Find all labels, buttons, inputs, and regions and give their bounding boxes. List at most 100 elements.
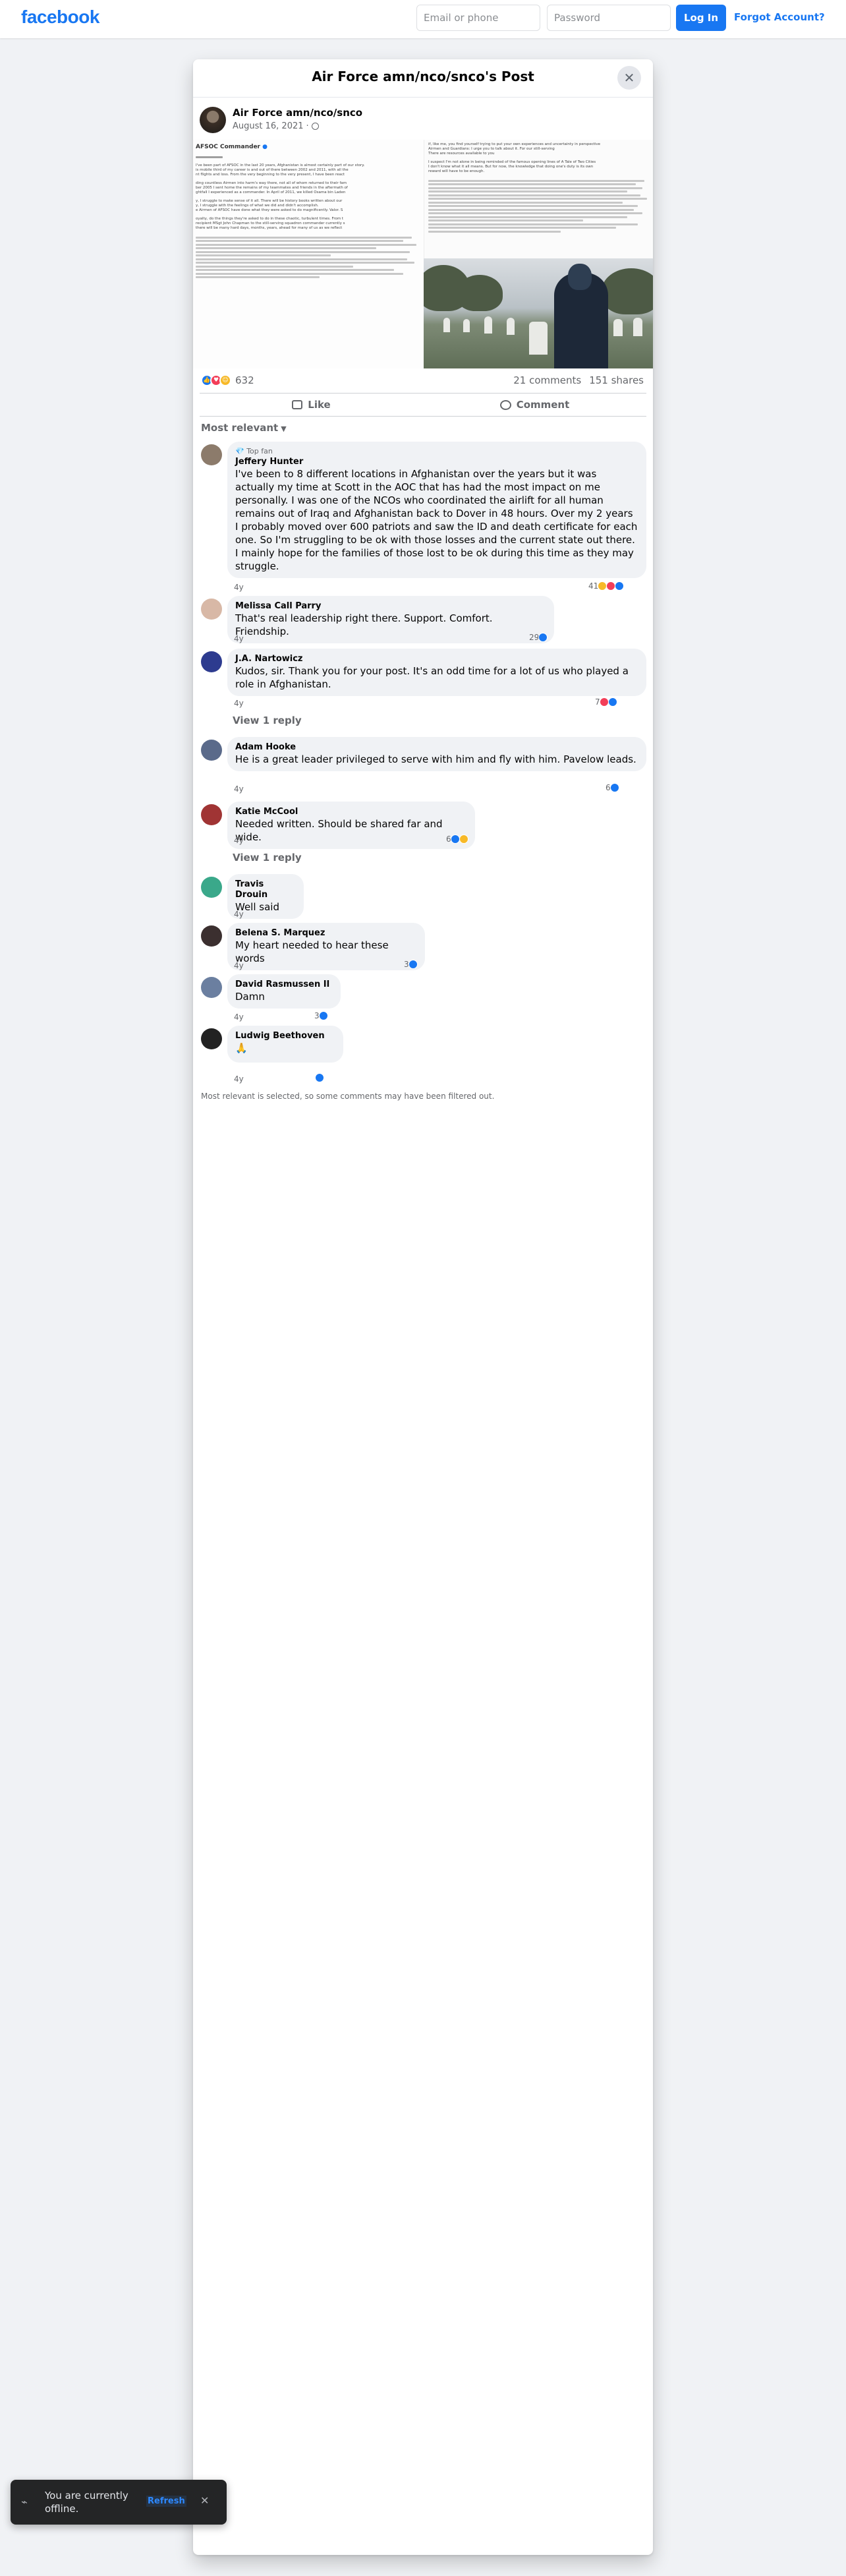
commenter-avatar[interactable]: [201, 651, 222, 672]
love-icon: [606, 581, 616, 591]
comment-reactions[interactable]: 3: [314, 1011, 328, 1020]
letter-line: I suspect I'm not alone in being reminde…: [428, 160, 596, 164]
author-name[interactable]: Air Force amn/nco/snco: [233, 107, 362, 119]
close-icon[interactable]: ✕: [200, 2494, 209, 2507]
reaction-summary[interactable]: 👍 ♥ ☺ 632: [201, 374, 254, 386]
letter-line: y, I struggle to make sense of it all. T…: [196, 199, 343, 203]
commenter-avatar[interactable]: [201, 599, 222, 620]
comment-text: Well said: [235, 901, 279, 913]
comment-time[interactable]: 4y: [234, 1012, 244, 1022]
comment-time[interactable]: 4y: [234, 836, 244, 845]
comment-sort-dropdown[interactable]: Most relevant ▼: [201, 422, 287, 434]
commenter-name[interactable]: Belena S. Marquez: [235, 928, 417, 939]
letter-line: e Airmen of AFSOC have done what they we…: [196, 208, 343, 212]
letter-line: is mobile third of my career is and out …: [196, 168, 349, 172]
commenter-avatar[interactable]: [201, 740, 222, 761]
facebook-logo[interactable]: facebook: [21, 7, 99, 28]
letter-header: AFSOC Commander ●: [196, 144, 268, 150]
commenter-name[interactable]: Travis Drouin: [235, 879, 296, 900]
login-button[interactable]: Log In: [676, 5, 726, 31]
like-icon: [408, 960, 418, 969]
commenter-avatar[interactable]: [201, 1028, 222, 1049]
commenter-name[interactable]: David Rasmussen II: [235, 980, 333, 990]
post-date[interactable]: August 16, 2021: [233, 121, 304, 131]
like-icon: [609, 783, 619, 792]
comment-time[interactable]: 4y: [234, 784, 244, 794]
refresh-button[interactable]: Refresh: [146, 2496, 186, 2507]
commenter-avatar[interactable]: [201, 877, 222, 898]
commenter-avatar[interactable]: [201, 977, 222, 998]
letter-line: there will be many hard days, months, ye…: [196, 226, 343, 230]
commenter-avatar[interactable]: [201, 444, 222, 465]
shares-count[interactable]: 151 shares: [589, 374, 644, 386]
comment-text: Kudos, sir. Thank you for your post. It'…: [235, 665, 629, 690]
comment-bubble-icon: [499, 399, 511, 410]
comment-time[interactable]: 4y: [234, 583, 244, 592]
comment-button[interactable]: Comment: [423, 394, 646, 416]
care-icon: [598, 581, 607, 591]
letter-image-left: AFSOC Commander ● I've been part of AFSO…: [193, 140, 424, 368]
view-replies-link[interactable]: View 1 reply: [233, 715, 302, 726]
dialog-header: Air Force amn/nco/snco's Post ✕: [193, 59, 653, 98]
comment-text: That's real leadership right there. Supp…: [235, 612, 493, 637]
comment-text: He is a great leader privileged to serve…: [235, 753, 636, 765]
comment-time[interactable]: 4y: [234, 1074, 244, 1084]
author-avatar[interactable]: [200, 107, 226, 133]
commenter-avatar[interactable]: [201, 804, 222, 825]
like-icon: [315, 1073, 324, 1082]
care-icon: [459, 834, 468, 844]
post-author: Air Force amn/nco/snco August 16, 2021 ·: [200, 107, 595, 136]
comment-reactions[interactable]: 3: [404, 960, 418, 969]
wifi-off-icon: ⌁: [21, 2496, 28, 2508]
close-icon: ✕: [623, 70, 635, 86]
close-button[interactable]: ✕: [617, 66, 641, 90]
comment-time[interactable]: 4y: [234, 634, 244, 643]
offline-toast: ⌁ You are currently offline. Refresh ✕: [11, 2480, 227, 2525]
letter-line: ber 2005 I sent home the remains of my t…: [196, 186, 348, 190]
view-replies-link[interactable]: View 1 reply: [233, 852, 302, 864]
post-stats: 👍 ♥ ☺ 632 21 comments 151 shares: [200, 372, 646, 390]
password-field[interactable]: [547, 5, 671, 31]
like-icon: [615, 581, 625, 591]
comment-bubble: David Rasmussen II Damn: [227, 974, 341, 1009]
comment-bubble: Belena S. Marquez My heart needed to hea…: [227, 923, 425, 970]
memorial-photo: [424, 258, 653, 368]
commenter-name[interactable]: Katie McCool: [235, 807, 467, 817]
chevron-down-icon: ▼: [281, 424, 287, 433]
email-field[interactable]: [416, 5, 540, 31]
comment-text: Needed written. Should be shared far and…: [235, 818, 443, 843]
comments-count[interactable]: 21 comments: [513, 374, 581, 386]
reaction-count[interactable]: 632: [235, 374, 254, 386]
comment-reactions[interactable]: 29: [529, 633, 548, 642]
commenter-name[interactable]: Adam Hooke: [235, 742, 638, 753]
post-actions: Like Comment: [200, 393, 646, 417]
forgot-account-link[interactable]: Forgot Account?: [734, 11, 825, 23]
comment-time[interactable]: 4y: [234, 699, 244, 708]
letter-line: There are resources available to you: [428, 152, 495, 156]
comment-reactions[interactable]: 7: [595, 697, 617, 707]
comment-reactions[interactable]: [315, 1073, 324, 1082]
comment-reactions[interactable]: 6: [446, 834, 468, 844]
like-icon: [450, 834, 460, 844]
post-dialog: Air Force amn/nco/snco's Post ✕ Air Forc…: [193, 59, 653, 2555]
letter-image-right: if, like me, you find yourself trying to…: [424, 140, 653, 258]
comment-time[interactable]: 4y: [234, 910, 244, 919]
offline-message: You are currently offline.: [45, 2490, 128, 2515]
globe-icon: [311, 123, 319, 130]
letter-line: I don't know what it all means. But for …: [428, 165, 594, 169]
commenter-name[interactable]: Ludwig Beethoven: [235, 1031, 335, 1041]
commenter-name[interactable]: Melissa Call Parry: [235, 601, 546, 612]
letter-line: I've been part of AFSOC in the last 20 y…: [196, 163, 365, 167]
comment-reactions[interactable]: 41: [588, 581, 625, 591]
like-button[interactable]: Like: [200, 394, 423, 416]
dialog-title: Air Force amn/nco/snco's Post: [312, 69, 534, 84]
commenter-avatar[interactable]: [201, 925, 222, 947]
comment-text: 🙏: [235, 1042, 248, 1054]
commenter-name[interactable]: J.A. Nartowicz: [235, 654, 638, 664]
letter-line: ding countless Airmen into harm's way th…: [196, 181, 347, 185]
post-image[interactable]: AFSOC Commander ● I've been part of AFSO…: [193, 140, 653, 368]
comment-time[interactable]: 4y: [234, 961, 244, 970]
thumbs-up-icon: [292, 400, 303, 409]
comment-reactions[interactable]: 6: [606, 783, 619, 792]
commenter-name[interactable]: Jeffery Hunter: [235, 457, 638, 467]
